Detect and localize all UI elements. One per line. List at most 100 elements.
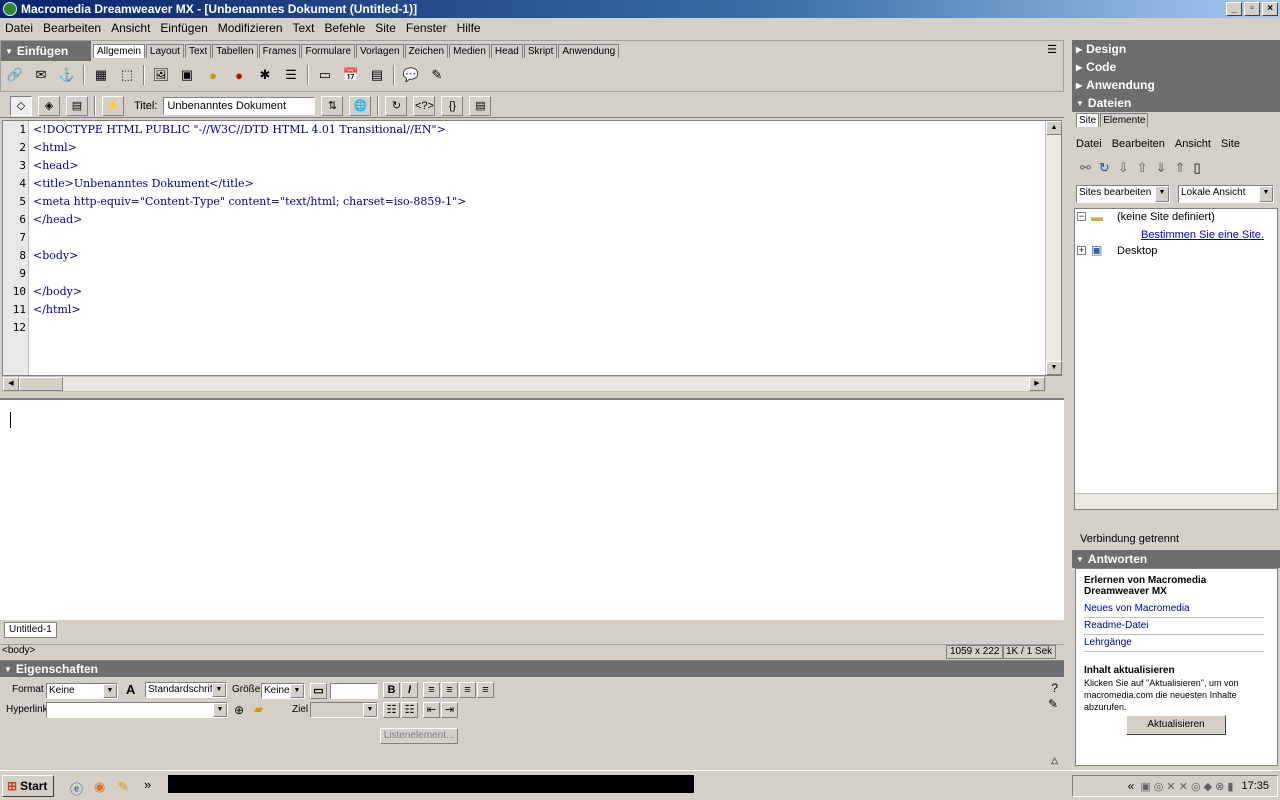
bold-button[interactable]: B — [383, 682, 400, 698]
check-out-icon[interactable]: ⇓ — [1156, 160, 1167, 176]
list-item-button[interactable]: Listenelement... — [380, 728, 458, 744]
comment-icon[interactable]: 💬 — [401, 65, 421, 85]
color-picker-icon[interactable]: ▭ — [310, 683, 327, 699]
tab-frames[interactable]: Frames — [258, 44, 301, 58]
code-line[interactable]: <head> — [33, 157, 466, 175]
code-line[interactable]: </html> — [33, 301, 466, 319]
document-tab[interactable]: Untitled-1 — [4, 622, 57, 638]
code-line[interactable]: </head> — [33, 211, 466, 229]
start-button[interactable]: ⊞ Start — [2, 775, 54, 797]
tray-expand-icon[interactable]: « — [1128, 779, 1135, 793]
code-lines[interactable]: <!DOCTYPE HTML PUBLIC "-//W3C//DTD HTML … — [33, 121, 466, 337]
answers-link-tutorials[interactable]: Lehrgänge — [1084, 637, 1264, 652]
code-line[interactable]: <body> — [33, 247, 466, 265]
site-select[interactable]: Sites bearbeiten ▼ — [1076, 185, 1170, 203]
target-select[interactable]: ▼ — [310, 702, 378, 718]
scroll-thumb[interactable] — [19, 377, 63, 391]
code-view-button[interactable]: ◇ — [10, 95, 32, 116]
code-line[interactable] — [33, 229, 466, 247]
restore-button[interactable]: ▫ — [1244, 2, 1260, 16]
code-line[interactable]: <meta http-equiv="Content-Type" content=… — [33, 193, 466, 211]
internet-explorer-icon[interactable]: ⓔ — [70, 779, 83, 798]
preview-browser-icon[interactable]: 🌐 — [349, 95, 372, 116]
files-panel-header[interactable]: ▼ Dateien — [1072, 94, 1280, 112]
format-select[interactable]: Keine ▼ — [46, 683, 118, 699]
code-line[interactable] — [33, 265, 466, 283]
code-horizontal-scrollbar[interactable]: ◀ ▶ — [2, 376, 1046, 392]
answers-link-readme[interactable]: Readme-Datei — [1084, 620, 1264, 635]
flash-icon[interactable]: ● — [229, 65, 249, 85]
files-menu-site[interactable]: Site — [1221, 138, 1240, 150]
tab-formulare[interactable]: Formulare — [301, 44, 356, 58]
code-line[interactable]: </body> — [33, 283, 466, 301]
horizontal-line-icon[interactable]: ▭ — [315, 65, 335, 85]
code-line[interactable] — [33, 319, 466, 337]
tab-anwendung[interactable]: Anwendung — [558, 44, 620, 58]
align-center-icon[interactable]: ≡ — [441, 682, 458, 698]
design-panel-header[interactable]: ▶ Design — [1072, 40, 1280, 58]
more-icon[interactable]: » — [144, 777, 151, 792]
connect-icon[interactable]: ⚯ — [1080, 160, 1091, 176]
size-select[interactable]: Keine ▼ — [261, 683, 305, 699]
split-view-button[interactable]: ◈ — [38, 95, 60, 116]
define-site-link[interactable]: Bestimmen Sie eine Site. — [1141, 229, 1264, 241]
font-select[interactable]: Standardschrift ▼ — [145, 682, 227, 698]
files-menu-bearbeiten[interactable]: Bearbeiten — [1112, 138, 1165, 150]
view-select[interactable]: Lokale Ansicht ▼ — [1178, 185, 1274, 203]
tab-skript[interactable]: Skript — [523, 44, 558, 58]
tab-head[interactable]: Head — [490, 44, 523, 58]
tab-vorlagen[interactable]: Vorlagen — [356, 44, 404, 58]
code-navigation-icon[interactable]: {} — [441, 95, 464, 116]
edit-tag-icon[interactable]: ✎ — [427, 65, 447, 85]
panel-options-icon[interactable]: ☰ — [1047, 43, 1057, 56]
menu-befehle[interactable]: Befehle — [320, 21, 371, 35]
document-title-input[interactable]: Unbenanntes Dokument — [163, 96, 316, 115]
tab-layout[interactable]: Layout — [145, 44, 184, 58]
align-left-icon[interactable]: ≡ — [423, 682, 440, 698]
tab-tabellen[interactable]: Tabellen — [212, 44, 258, 58]
email-link-icon[interactable]: ✉ — [31, 65, 51, 85]
menu-ansicht[interactable]: Ansicht — [106, 21, 155, 35]
align-right-icon[interactable]: ≡ — [459, 682, 476, 698]
view-options-icon[interactable]: ▤ — [469, 95, 492, 116]
fireworks-html-icon[interactable]: ● — [203, 65, 223, 85]
put-files-icon[interactable]: ⇧ — [1137, 160, 1148, 176]
color-input[interactable] — [330, 683, 378, 699]
unordered-list-icon[interactable]: ☷ — [383, 702, 400, 718]
italic-button[interactable]: I — [401, 682, 418, 698]
answers-link-news[interactable]: Neues von Macromedia — [1084, 603, 1264, 618]
file-management-icon[interactable]: ⇅ — [321, 95, 344, 116]
minimize-button[interactable]: _ — [1226, 2, 1242, 16]
ordered-list-icon[interactable]: ☷ — [401, 702, 418, 718]
menu-datei[interactable]: Datei — [0, 21, 38, 35]
collapse-icon[interactable]: △ — [1051, 755, 1058, 766]
scroll-down-arrow[interactable]: ▼ — [1046, 361, 1062, 375]
image-icon[interactable]: 🖼 — [151, 65, 171, 85]
outdent-icon[interactable]: ⇤ — [423, 702, 440, 718]
quick-tag-editor-icon[interactable]: ✎ — [1048, 697, 1058, 711]
code-view[interactable]: 1 2 3 4 5 6 7 8 9 10 11 12 <!DOCTYPE HTML PUBLIC "-… — [2, 120, 1062, 376]
close-button[interactable]: × — [1262, 2, 1278, 16]
properties-header[interactable]: ▼ Eigenschaften — [0, 661, 1064, 677]
update-button[interactable]: Aktualisieren — [1126, 715, 1226, 735]
tab-elemente[interactable]: Elemente — [1100, 113, 1149, 127]
firefox-icon[interactable]: ◉ — [94, 779, 105, 795]
date-icon[interactable]: 📅 — [341, 65, 361, 85]
menu-modifizieren[interactable]: Modifizieren — [213, 21, 288, 35]
tab-site[interactable]: Site — [1076, 113, 1100, 127]
check-in-icon[interactable]: ⇑ — [1175, 160, 1186, 176]
tree-horizontal-scrollbar[interactable] — [1075, 493, 1277, 509]
justify-icon[interactable]: ≡ — [477, 682, 494, 698]
code-vertical-scrollbar[interactable]: ▲ ▼ — [1045, 121, 1062, 375]
scroll-up-arrow[interactable]: ▲ — [1046, 121, 1062, 135]
menu-hilfe[interactable]: Hilfe — [452, 21, 486, 35]
table-icon[interactable]: ▦ — [91, 65, 111, 85]
insert-panel-header[interactable]: ▼ Einfügen — [1, 41, 91, 61]
application-panel-header[interactable]: ▶ Anwendung — [1072, 76, 1280, 94]
expand-node-icon[interactable]: + — [1077, 246, 1086, 255]
expand-icon[interactable]: ▯ — [1193, 160, 1200, 176]
navigation-bar-icon[interactable]: ✱ — [255, 65, 275, 85]
code-line[interactable]: <title>Unbenanntes Dokument</title> — [33, 175, 466, 193]
tab-medien[interactable]: Medien — [449, 44, 490, 58]
code-line[interactable]: <html> — [33, 139, 466, 157]
